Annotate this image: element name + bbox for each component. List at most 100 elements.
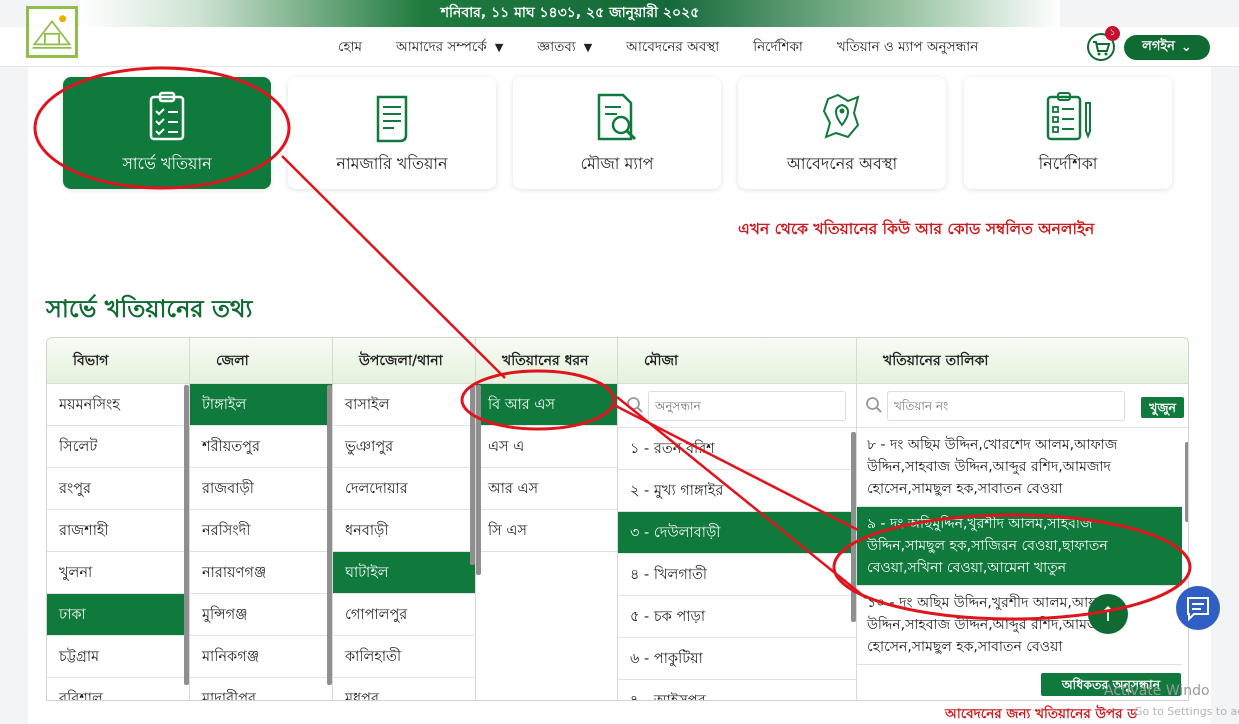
list-item[interactable]: নারায়ণগঞ্জ [190,552,332,594]
mouza-list: ১ - রতন বরিশ ২ - মুখ্য গাঙ্গাইর ৩ - দেউলাব… [618,428,856,700]
list-item[interactable]: বি আর এস [476,384,617,426]
upazila-list: বাসাইল ভুঞাপুর দেলদোয়ার ধনবাড়ী ঘাটাইল গোপাল… [333,384,475,700]
arrow-up-icon: ↑ [1099,602,1117,626]
khatian-search-button[interactable]: খুজুন [1141,397,1184,418]
list-item[interactable]: গোপালপুর [333,594,475,636]
scroll-to-top-button[interactable]: ↑ [1088,594,1128,634]
windows-activation-watermark: Activate Windo [1104,683,1210,699]
nav-info[interactable]: জ্ঞাতব্য ▼ [537,36,592,59]
list-item[interactable]: দেলদোয়ার [333,468,475,510]
list-item[interactable]: রাজশাহী [47,510,189,552]
list-item[interactable]: সিলেট [47,426,189,468]
nav-guidelines[interactable]: নির্দেশিকা [753,36,803,59]
feature-guidelines[interactable]: নির্দেশিকা [964,77,1172,189]
list-item[interactable]: খুলনা [47,552,189,594]
nav-label: খতিয়ান ও ম্যাপ অনুসন্ধান [836,38,979,55]
scroll-document-icon [376,95,408,143]
site-logo[interactable] [26,6,78,58]
list-item[interactable]: মাদারীপুর [190,678,332,700]
chat-bubble-icon [1187,597,1209,622]
khatian-row[interactable]: ৮ - দং অছিম উদ্দিন,খোরশেদ আলম,আফাজ উদ্দি… [857,428,1182,507]
upazila-column: উপজেলা/থানা বাসাইল ভুঞাপুর দেলদোয়ার ধনবাড়… [333,338,476,700]
list-item[interactable]: সি এস [476,510,617,552]
scrollbar[interactable] [470,385,475,565]
nav-application-status[interactable]: আবেদনের অবস্থা [626,36,719,59]
list-item[interactable]: নরসিংদী [190,510,332,552]
nav-about[interactable]: আমাদের সম্পর্কে ▼ [396,36,503,59]
list-item[interactable]: ঢাকা [47,594,189,636]
column-header: খতিয়ানের ধরন [476,338,617,384]
list-item[interactable]: মধুপুর [333,678,475,700]
nav-label: আবেদনের অবস্থা [626,38,720,55]
feature-label: আবেদনের অবস্থা [786,154,898,173]
nav-label: নির্দেশিকা [753,38,803,55]
list-item[interactable]: ঘাটাইল [333,552,475,594]
feature-mouza-map[interactable]: মৌজা ম্যাপ [513,77,721,189]
khatian-number-input[interactable] [887,391,1125,421]
land-logo-icon [29,9,75,55]
search-icon [866,397,882,413]
feature-application-status[interactable]: আবেদনের অবস্থা [738,77,946,189]
list-item[interactable]: ৫ - চক পাড়া [618,596,856,638]
list-item[interactable]: ভুঞাপুর [333,426,475,468]
feature-label: নির্দেশিকা [1038,154,1098,173]
district-list: টাঙ্গাইল শরীয়তপুর রাজবাড়ী নরসিংদী নারায়ণগ… [190,384,332,700]
nav-khatian-map-search[interactable]: খতিয়ান ও ম্যাপ অনুসন্ধান [837,36,978,59]
scrollbar[interactable] [1185,442,1188,522]
khatian-row[interactable]: ১০ - দং অছিম উদ্দিন,খুরশীদ আলম,আফাজ উদ্দ… [857,586,1182,665]
column-header: বিভাগ [47,338,189,384]
clipboard-list-icon [149,91,185,141]
list-item[interactable]: চট্টগ্রাম [47,636,189,678]
khatian-type-column: খতিয়ানের ধরন বি আর এস এস এ আর এস সি এস [476,338,618,700]
list-item[interactable]: ৬ - পাকুটিয়া [618,638,856,680]
list-item[interactable]: শরীয়তপুর [190,426,332,468]
main-nav: হোম আমাদের সম্পর্কে ▼ জ্ঞাতব্য ▼ আবেদনের অ… [338,27,1012,67]
login-button[interactable]: লগইন ⌄ [1124,35,1210,60]
list-item[interactable]: ধনবাড়ী [333,510,475,552]
map-pin-icon [822,93,860,139]
login-label: লগইন [1142,39,1175,54]
feature-survey-khatian[interactable]: সার্ভে খতিয়ান [63,77,271,189]
search-icon [627,397,643,413]
khatian-list: ৮ - দং অছিম উদ্দিন,খোরশেদ আলম,আফাজ উদ্দি… [857,428,1188,665]
list-item[interactable]: ৪ - খিলগাতী [618,554,856,596]
scrollbar[interactable] [184,385,189,685]
khatian-row[interactable]: ৯ - দং অছিমুদ্দিন,খুরশীদ আলম,সাহবাজ উদ্দ… [857,507,1182,586]
list-item[interactable]: মুন্সিগঞ্জ [190,594,332,636]
list-item[interactable]: রাজবাড়ী [190,468,332,510]
list-item[interactable]: বাসাইল [333,384,475,426]
scrollbar[interactable] [476,385,481,575]
checklist-pencil-icon [1046,92,1091,141]
nav-home[interactable]: হোম [338,36,362,59]
list-item[interactable]: ময়মনসিংহ [47,384,189,426]
section-title: সার্ভে খতিয়ানের তথ্য [46,295,253,323]
feature-label: নামজারি খতিয়ান [336,154,448,173]
feature-mutation-khatian[interactable]: নামজারি খতিয়ান [288,77,496,189]
list-item[interactable]: এস এ [476,426,617,468]
list-item[interactable]: ৭ - আইসপুর [618,680,856,700]
list-item[interactable]: ৩ - দেউলাবাড়ী [618,512,856,554]
list-item[interactable]: রংপুর [47,468,189,510]
document-search-icon [597,93,637,141]
mouza-column: মৌজা ১ - রতন বরিশ২ - মুখ্য গাঙ্গাইর৩ - দ… [618,338,857,700]
cart-count-badge: ১ [1105,26,1120,41]
caret-down-icon: ▼ [494,40,504,54]
list-item[interactable]: ১ - রতন বরিশ [618,428,856,470]
mouza-search-input[interactable] [648,391,846,421]
scrollbar[interactable] [327,385,332,685]
list-item[interactable]: কালিহাতী [333,636,475,678]
chat-button[interactable] [1176,586,1220,630]
column-header: খতিয়ানের তালিকা [857,338,1188,384]
list-item[interactable]: আর এস [476,468,617,510]
date-banner: শনিবার, ১১ মাঘ ১৪৩১, ২৫ জানুয়ারী ২০২৫ [80,0,1060,27]
scrollbar[interactable] [851,432,856,622]
list-item[interactable]: বরিশাল [47,678,189,700]
page: শনিবার, ১১ মাঘ ১৪৩১, ২৫ জানুয়ারী ২০২৫ হ… [0,0,1239,724]
list-item[interactable]: টাঙ্গাইল [190,384,332,426]
feature-label: মৌজা ম্যাপ [580,154,654,173]
cart-button[interactable]: ১ [1086,26,1120,61]
list-item[interactable]: ২ - মুখ্য গাঙ্গাইর [618,470,856,512]
list-item[interactable]: মানিকগঞ্জ [190,636,332,678]
district-column: জেলা টাঙ্গাইল শরীয়তপুর রাজবাড়ী নরসিংদী নার… [190,338,333,700]
notice-marquee: এখন থেকে খতিয়ানের কিউ আর কোড সম্বলিত অন… [738,220,1095,238]
